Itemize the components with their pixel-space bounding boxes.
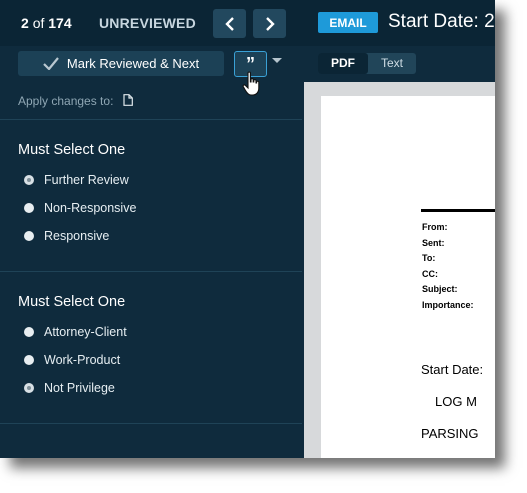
document-body-line: LOG M	[435, 394, 477, 409]
radio-label: Further Review	[44, 173, 129, 187]
radio-label: Non-Responsive	[44, 201, 137, 215]
pager-of-label: of	[32, 15, 45, 31]
radio-selected-icon	[24, 383, 34, 393]
header-subject-label: Subject:	[422, 284, 458, 294]
tab-text[interactable]: Text	[368, 53, 416, 74]
header-importance-label: Importance:	[422, 299, 474, 310]
top-bar: 2 of 174 UNREVIEWED EMAIL Start Date: 2	[0, 0, 495, 46]
responsiveness-group-title: Must Select One	[18, 142, 126, 158]
section-divider	[0, 119, 302, 120]
apply-changes-to: Apply changes to:	[18, 94, 133, 108]
email-header-rule	[421, 209, 495, 212]
radio-label: Responsive	[44, 229, 110, 243]
document-icon[interactable]	[123, 94, 133, 106]
radio-work-product[interactable]: Work-Product	[24, 353, 120, 367]
radio-further-review[interactable]: Further Review	[24, 173, 129, 187]
radio-label: Attorney-Client	[44, 325, 127, 339]
chevron-left-icon	[224, 16, 234, 31]
section-divider	[0, 271, 302, 272]
view-mode-tabs: PDF Text	[318, 53, 417, 74]
radio-responsive[interactable]: Responsive	[24, 229, 109, 243]
document-body-line: Start Date:	[421, 362, 484, 377]
previous-document-button[interactable]	[213, 9, 246, 38]
review-window: 2 of 174 UNREVIEWED EMAIL Start Date: 2 …	[0, 0, 495, 458]
tab-pdf[interactable]: PDF	[318, 53, 368, 74]
header-from-label: From:	[422, 222, 448, 232]
email-header-fields: From: Sent: To: CC: Subject: Importance:	[422, 220, 474, 313]
hand-pointer-cursor-icon	[242, 71, 260, 96]
radio-attorney-client[interactable]: Attorney-Client	[24, 325, 127, 339]
document-pager: 2 of 174	[21, 15, 72, 31]
radio-not-privilege[interactable]: Not Privilege	[24, 381, 115, 395]
radio-label: Not Privilege	[44, 381, 115, 395]
total-documents-count: 174	[48, 15, 72, 31]
radio-unselected-icon	[24, 355, 34, 365]
radio-unselected-icon	[24, 231, 34, 241]
section-divider	[0, 423, 302, 424]
apply-changes-label: Apply changes to:	[18, 94, 114, 108]
next-document-button[interactable]	[253, 9, 286, 38]
current-document-number: 2	[21, 15, 29, 31]
email-type-badge: EMAIL	[318, 12, 378, 33]
chevron-right-icon	[265, 16, 275, 31]
mark-reviewed-next-button[interactable]: Mark Reviewed & Next	[18, 51, 224, 76]
document-body-line: PARSING	[421, 426, 479, 441]
radio-non-responsive[interactable]: Non-Responsive	[24, 201, 136, 215]
radio-unselected-icon	[24, 327, 34, 337]
header-cc-label: CC:	[422, 268, 438, 279]
checkmark-icon	[43, 57, 59, 70]
radio-selected-icon	[24, 175, 34, 185]
header-sent-label: Sent:	[422, 237, 445, 248]
privilege-group-title: Must Select One	[18, 294, 126, 310]
radio-label: Work-Product	[44, 353, 121, 367]
chevron-down-icon[interactable]	[272, 58, 282, 63]
radio-unselected-icon	[24, 203, 34, 213]
mark-reviewed-label: Mark Reviewed & Next	[66, 56, 200, 71]
review-status-label: UNREVIEWED	[99, 15, 196, 31]
document-title: Start Date: 2	[388, 11, 495, 32]
header-to-label: To:	[422, 253, 436, 263]
